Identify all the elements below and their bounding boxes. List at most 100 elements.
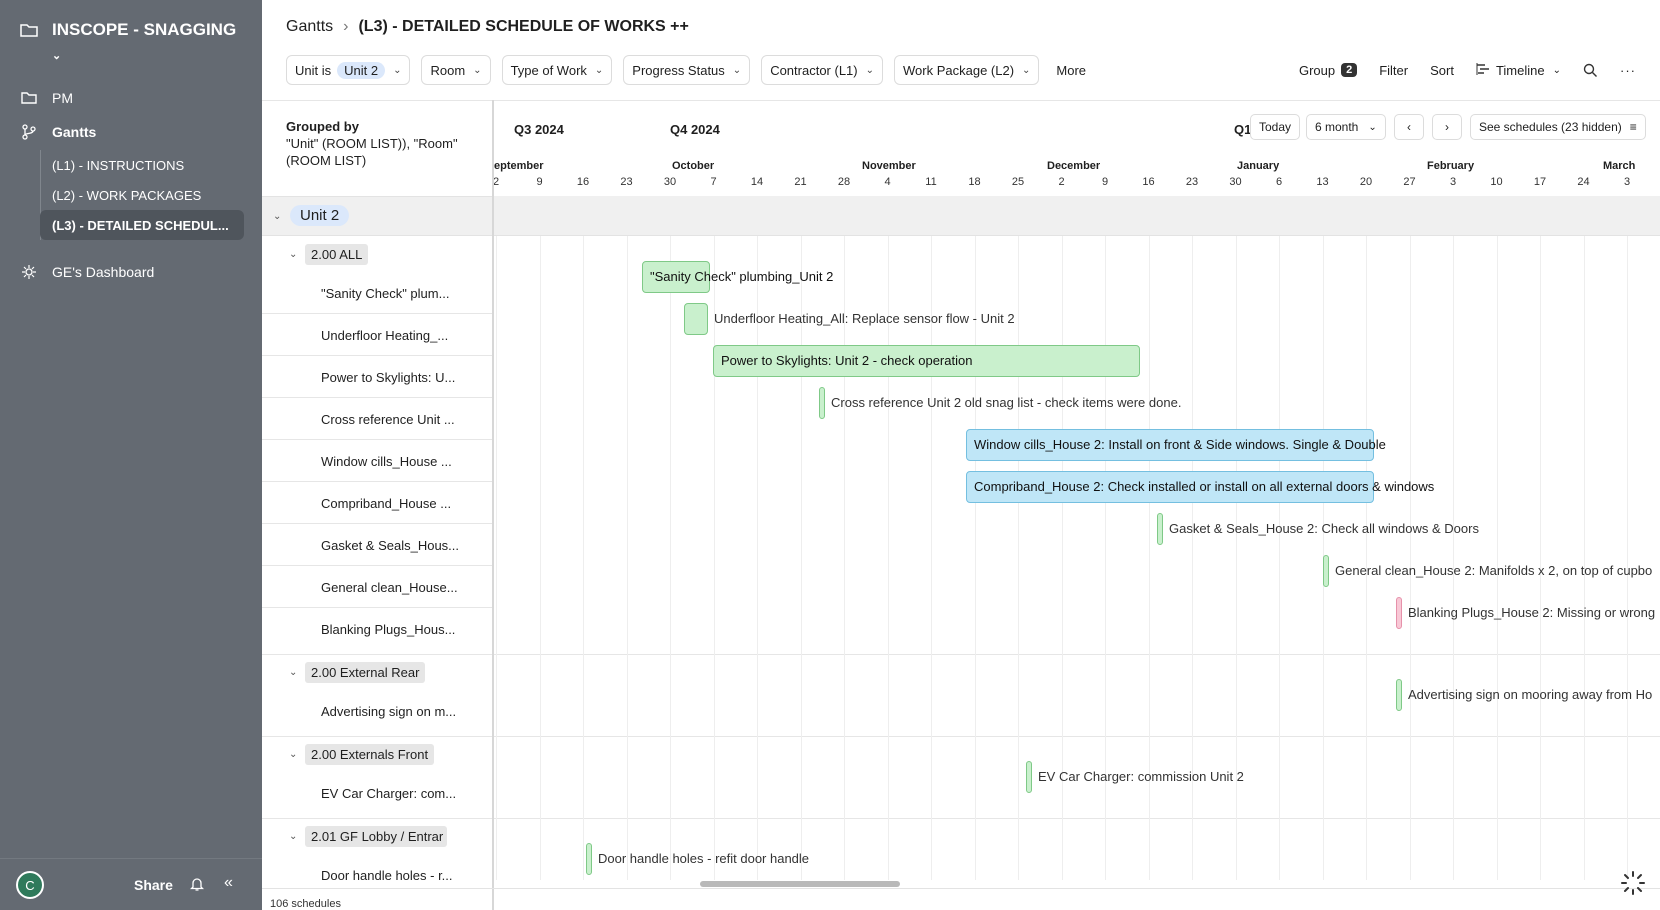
quarter-label: Q3 2024 <box>514 122 564 137</box>
gantt-bar[interactable] <box>1157 513 1163 545</box>
day-tick-label: 20 <box>1359 176 1373 188</box>
row-label[interactable]: Gasket & Seals_Hous... <box>321 538 487 553</box>
bell-icon[interactable] <box>189 876 205 897</box>
breadcrumb-parent[interactable]: Gantts <box>286 18 333 36</box>
day-tick-label: 2 <box>1058 176 1065 188</box>
more-filters-button[interactable]: More <box>1056 63 1086 78</box>
horizontal-scrollbar[interactable] <box>700 881 900 887</box>
filter-progress-status[interactable]: Progress Status ⌄ <box>623 55 751 85</box>
sidebar-item-l1-instructions[interactable]: (L1) - INSTRUCTIONS <box>40 150 244 180</box>
filter-toolbar: Unit is Unit 2 ⌄ Room ⌄ Type of Work ⌄ Pro… <box>286 55 1086 85</box>
filter-unit[interactable]: Unit is Unit 2 ⌄ <box>286 55 411 85</box>
branch-icon <box>20 123 38 141</box>
sort-button[interactable]: Sort <box>1430 63 1454 78</box>
sidebar-item-l2-work-packages[interactable]: (L2) - WORK PACKAGES <box>40 180 244 210</box>
grid-line <box>713 196 715 880</box>
nav-label: GE's Dashboard <box>52 264 155 280</box>
row-label[interactable]: Underfloor Heating_... <box>321 328 487 343</box>
row-label[interactable]: Window cills_House ... <box>321 454 487 469</box>
row-label[interactable]: Compriband_House ... <box>321 496 487 511</box>
more-options-icon[interactable]: ··· <box>1620 63 1636 78</box>
view-switcher[interactable]: Timeline ⌄ <box>1476 62 1561 79</box>
month-label: eptember <box>494 160 544 172</box>
page-title: (L3) - DETAILED SCHEDULE OF WORKS ++ <box>358 18 689 35</box>
grid-line <box>757 196 758 880</box>
row-label[interactable]: Advertising sign on m... <box>321 704 487 719</box>
gantt-bar[interactable] <box>1396 679 1402 711</box>
row-label[interactable]: Cross reference Unit ... <box>321 412 487 427</box>
group-button[interactable]: Group 2 <box>1299 63 1358 78</box>
search-icon[interactable] <box>1583 63 1598 78</box>
filter-label: Unit is <box>295 62 332 78</box>
grid-line <box>1409 196 1411 880</box>
next-period-button[interactable]: › <box>1432 114 1462 140</box>
filter-contractor[interactable]: Contractor (L1) ⌄ <box>761 55 883 85</box>
sidebar-item-l3-detailed-schedule[interactable]: (L3) - DETAILED SCHEDUL... <box>40 210 244 240</box>
row-divider <box>262 313 494 314</box>
workspace-title[interactable]: INSCOPE - SNAGGING ⌄ <box>52 18 242 68</box>
chevron-down-icon[interactable]: ⌄ <box>289 831 297 842</box>
day-tick-label: 11 <box>925 176 937 188</box>
row-divider <box>262 481 494 482</box>
chevron-down-icon[interactable]: ⌄ <box>289 667 297 678</box>
room-group-label: 2.01 GF Lobby / Entrar <box>305 826 447 847</box>
grid-line <box>1322 196 1324 880</box>
filter-room[interactable]: Room ⌄ <box>421 55 491 85</box>
filter-button[interactable]: Filter <box>1379 63 1408 78</box>
grid-line <box>670 196 671 880</box>
range-select[interactable]: 6 month ⌄ <box>1306 114 1386 140</box>
chevron-right-icon: › <box>343 18 349 35</box>
day-tick-label: 27 <box>1403 176 1416 188</box>
row-label[interactable]: EV Car Charger: com... <box>321 786 487 801</box>
today-button[interactable]: Today <box>1250 114 1301 140</box>
loading-spinner-icon <box>1620 870 1646 896</box>
grouped-by-title: Grouped by <box>286 119 359 134</box>
gantt-bar[interactable] <box>586 843 592 875</box>
gantt-bar-label: Gasket & Seals_House 2: Check all window… <box>1169 521 1479 536</box>
month-label: November <box>862 160 916 172</box>
share-button[interactable]: Share <box>134 877 173 893</box>
breadcrumb: Gantts › (L3) - DETAILED SCHEDULE OF WOR… <box>286 16 689 38</box>
row-label[interactable]: Blanking Plugs_Hous... <box>321 622 487 637</box>
month-label: October <box>672 160 715 172</box>
day-tick-label: 7 <box>710 176 717 188</box>
gantt-bar[interactable] <box>1396 597 1402 629</box>
row-divider <box>262 355 494 356</box>
gantt-bar-label: Window cills_House 2: Install on front &… <box>974 437 1386 452</box>
row-divider <box>262 439 494 440</box>
day-tick-label: 3 <box>1449 176 1457 188</box>
avatar[interactable]: C <box>16 871 44 899</box>
nav-ge-dashboard[interactable]: GE's Dashboard <box>20 258 250 286</box>
filter-type-of-work[interactable]: Type of Work ⌄ <box>501 55 613 85</box>
gantt-bar[interactable] <box>1323 555 1329 587</box>
filter-work-package[interactable]: Work Package (L2) ⌄ <box>894 55 1040 85</box>
row-divider <box>262 565 494 566</box>
nav-pm[interactable]: PM <box>20 84 250 112</box>
grid-line <box>931 196 932 880</box>
gantt-bar[interactable] <box>1026 761 1032 793</box>
row-label[interactable]: Power to Skylights: U... <box>321 370 487 385</box>
unit-group-row-timeline <box>494 196 1660 236</box>
prev-period-button[interactable]: ‹ <box>1394 114 1424 140</box>
row-label[interactable]: Door handle holes - r... <box>321 868 487 883</box>
row-divider <box>262 523 494 524</box>
row-divider <box>262 607 494 608</box>
row-label[interactable]: "Sanity Check" plum... <box>321 286 487 301</box>
row-label[interactable]: General clean_House... <box>321 580 487 595</box>
gantt-bar[interactable] <box>684 303 708 335</box>
view-tools: Group 2 Filter Sort Timeline ⌄ ··· <box>1277 55 1636 85</box>
gantt-bar-label: Compriband_House 2: Check installed or i… <box>974 479 1435 494</box>
grid-line <box>887 196 889 880</box>
folder-icon <box>20 89 38 107</box>
chevron-down-icon[interactable]: ⌄ <box>289 749 297 760</box>
day-tick-label: 30 <box>1229 176 1242 188</box>
gantt-bar[interactable] <box>819 387 825 419</box>
chevron-down-icon[interactable]: ⌄ <box>289 249 297 260</box>
collapse-sidebar-icon[interactable]: « <box>224 874 233 892</box>
chevron-down-icon[interactable]: ⌄ <box>273 211 281 222</box>
nav-label: PM <box>52 90 73 106</box>
see-schedules-button[interactable]: See schedules (23 hidden) ≡ <box>1470 114 1646 140</box>
nav-gantts[interactable]: Gantts <box>20 118 250 146</box>
timeline-area[interactable]: Q3 2024 Q4 2024 Q1 Today 6 month ⌄ ‹ › Se… <box>494 100 1660 880</box>
room-group-label: 2.00 Externals Front <box>305 744 435 765</box>
